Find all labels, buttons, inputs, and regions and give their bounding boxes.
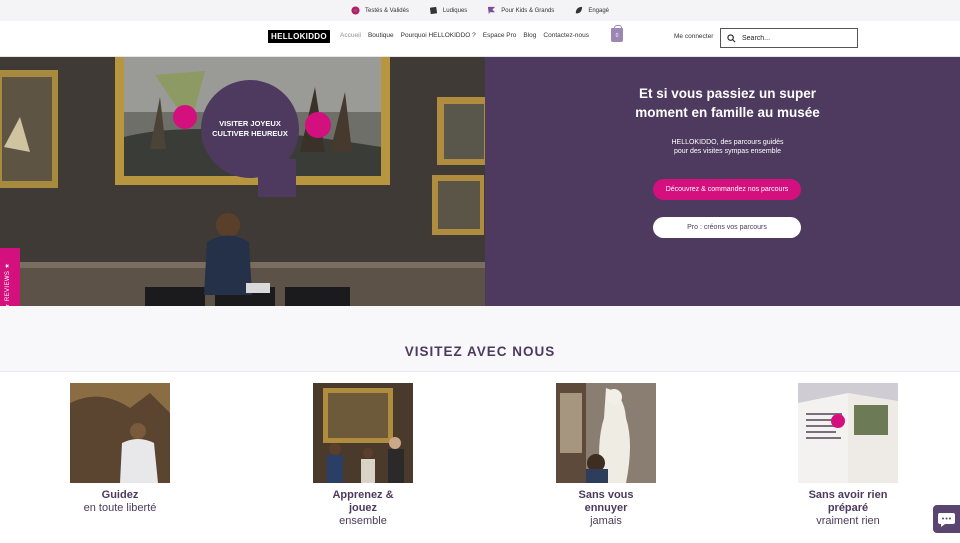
cart-count: 0 — [615, 33, 619, 39]
badge-line-1: VISITER JOYEUX — [219, 119, 281, 128]
card-learn-play-title-l2: jouez — [348, 502, 378, 514]
card-learn-play-sub: ensemble — [339, 515, 387, 527]
site-header: HELLOKIDDO Accueil Boutique Pourquoi HEL… — [0, 21, 960, 57]
nav-item-why[interactable]: Pourquoi HELLOKIDDO ? — [401, 32, 476, 39]
reviews-tab-label: ★ REVIEWS ★ — [5, 262, 11, 309]
card-learn-play-title: Apprenez & jouez — [293, 489, 433, 515]
hero-title-line-1: Et si vous passiez un super — [638, 86, 817, 101]
benefit-kids-label: Pour Kids & Grands — [501, 7, 555, 14]
card-no-boredom-sub: jamais — [590, 515, 622, 527]
card-no-prep-title: Sans avoir rien préparé — [778, 489, 918, 515]
hero-subtitle: HELLOKIDDO, des parcours guidés pour des… — [485, 138, 960, 156]
card-no-prep: Sans avoir rien préparé vraiment rien — [778, 383, 918, 528]
card-no-prep-title-l2: préparé — [827, 502, 869, 514]
badge-line-2: CULTIVER HEUREUX — [212, 129, 288, 138]
nav-item-blog[interactable]: Blog — [523, 32, 536, 39]
leaf-icon — [576, 6, 583, 14]
nav-item-shop[interactable]: Boutique — [368, 32, 394, 39]
benefit-fun: Ludiques — [429, 6, 467, 15]
card-no-boredom-title-l1: Sans vous — [578, 489, 634, 501]
benefit-tested: Testés & Validés — [351, 6, 409, 15]
nav-item-pro[interactable]: Espace Pro — [483, 32, 517, 39]
card-guide: Guidez en toute liberté — [50, 383, 190, 515]
card-learn-play: Apprenez & jouez ensemble — [293, 383, 433, 528]
nav-item-home[interactable]: Accueil — [340, 32, 361, 39]
hero-subtitle-line-2: pour des visites sympas ensemble — [674, 148, 781, 155]
visit-section-band — [0, 306, 960, 372]
nav-item-contact[interactable]: Contactez-nous — [543, 32, 589, 39]
chat-bubble-icon — [938, 513, 955, 527]
card-no-prep-sub: vraiment rien — [816, 515, 880, 527]
card-guide-sub: en toute liberté — [83, 502, 157, 514]
card-guide-image — [70, 383, 170, 483]
search-box[interactable] — [720, 28, 858, 48]
benefit-engaged-label: Engagé — [588, 7, 609, 14]
card-no-boredom-image — [556, 383, 656, 483]
search-input[interactable] — [742, 34, 852, 42]
flag-icon — [488, 6, 496, 15]
hero-subtitle-line-1: HELLOKIDDO, des parcours guidés — [671, 139, 784, 146]
section-title: VISITEZ AVEC NOUS — [404, 344, 556, 359]
hero-panel: Et si vous passiez un super moment en fa… — [485, 57, 960, 306]
card-no-prep-image — [798, 383, 898, 483]
card-no-boredom-title: Sans vous ennuyer — [536, 489, 676, 515]
benefit-kids: Pour Kids & Grands — [487, 6, 554, 15]
main-nav: Accueil Boutique Pourquoi HELLOKIDDO ? E… — [340, 32, 589, 39]
hero-badge: VISITER JOYEUX CULTIVER HEUREUX — [201, 80, 299, 178]
benefit-engaged: Engagé — [574, 6, 609, 15]
discover-order-button[interactable]: Découvrez & commandez nos parcours — [653, 179, 801, 200]
benefit-fun-label: Ludiques — [442, 7, 468, 14]
hero-title-line-2: moment en famille au musée — [635, 105, 820, 120]
reviews-tab[interactable]: ★ REVIEWS ★ — [0, 248, 20, 315]
card-learn-play-image — [313, 383, 413, 483]
cart-button[interactable]: 0 — [611, 25, 623, 42]
card-no-boredom: Sans vous ennuyer jamais — [536, 383, 676, 528]
card-no-boredom-title-l2: ennuyer — [584, 502, 628, 514]
heart-icon — [351, 6, 360, 15]
chat-button[interactable] — [933, 505, 960, 533]
pro-create-button[interactable]: Pro : créons vos parcours — [653, 217, 801, 238]
hero-title: Et si vous passiez un super moment en fa… — [485, 84, 960, 122]
puzzle-icon — [429, 6, 438, 15]
card-learn-play-title-l1: Apprenez & — [332, 489, 394, 501]
search-icon[interactable] — [727, 33, 736, 43]
login-link[interactable]: Me connecter — [674, 33, 713, 40]
top-benefits-strip: Testés & Validés Ludiques Pour Kids & Gr… — [0, 0, 960, 21]
card-guide-title: Guidez — [101, 489, 139, 501]
benefit-tested-label: Testés & Validés — [365, 7, 409, 14]
card-no-prep-title-l1: Sans avoir rien — [808, 489, 888, 501]
site-logo[interactable]: HELLOKIDDO — [268, 30, 330, 43]
